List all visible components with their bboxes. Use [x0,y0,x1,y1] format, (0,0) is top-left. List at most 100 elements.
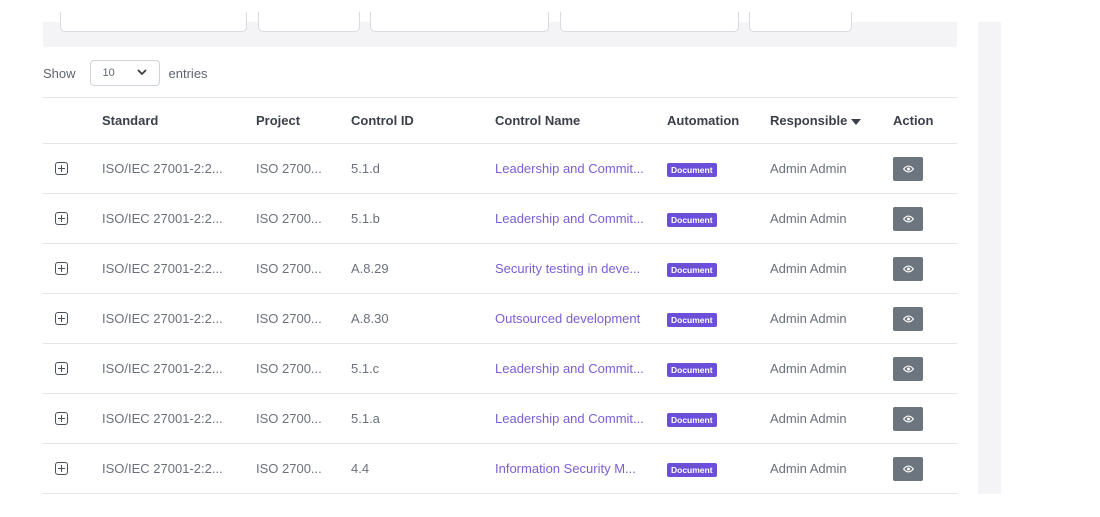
action-cell [893,393,957,444]
control-name-cell: Leadership and Commit... [495,193,667,244]
entries-select[interactable]: 10 [89,60,160,86]
automation-cell: Document [667,293,770,344]
control-name-link[interactable]: Leadership and Commit... [495,361,644,376]
table-row: ISO/IEC 27001-2:2... ISO 2700... 5.1.b L… [43,193,957,244]
expand-cell [43,293,102,344]
view-button[interactable] [893,456,923,481]
filter-standard[interactable] [60,12,247,32]
entries-select-value: 10 [102,67,115,79]
plus-square-icon[interactable] [55,312,68,325]
project-cell: ISO 2700... [256,293,351,344]
action-cell [893,343,957,394]
right-gutter [978,22,1001,494]
control-name-link[interactable]: Leadership and Commit... [495,161,644,176]
control-id-cell: 5.1.c [351,343,495,394]
filter-control[interactable] [370,12,549,32]
view-button[interactable] [893,306,923,331]
control-name-link[interactable]: Outsourced development [495,311,640,326]
automation-cell: Document [667,393,770,444]
plus-square-icon[interactable] [55,212,68,225]
project-cell: ISO 2700... [256,243,351,294]
action-cell [893,293,957,344]
standard-cell: ISO/IEC 27001-2:2... [102,293,256,344]
automation-cell: Document [667,143,770,194]
responsible-cell: Admin Admin [770,393,893,444]
automation-cell: Document [667,443,770,494]
control-name-cell: Leadership and Commit... [495,143,667,194]
control-name-cell: Outsourced development [495,293,667,344]
filter-automation[interactable] [560,12,739,32]
control-name-link[interactable]: Information Security M... [495,461,636,476]
automation-badge: Document [667,262,717,277]
responsible-cell: Admin Admin [770,193,893,244]
column-header-action: Action [893,97,957,144]
eye-icon [902,211,914,226]
standard-cell: ISO/IEC 27001-2:2... [102,393,256,444]
control-name-link[interactable]: Leadership and Commit... [495,411,644,426]
table-row: ISO/IEC 27001-2:2... ISO 2700... 5.1.a L… [43,393,957,444]
eye-icon [902,161,914,176]
caret-down-icon [851,118,862,125]
column-header-expand [43,97,102,144]
control-id-cell: A.8.30 [351,293,495,344]
chevron-down-icon [136,68,147,79]
standard-cell: ISO/IEC 27001-2:2... [102,443,256,494]
view-button[interactable] [893,256,923,281]
filter-responsible[interactable] [749,12,852,32]
standard-cell: ISO/IEC 27001-2:2... [102,343,256,394]
responsible-cell: Admin Admin [770,293,893,344]
expand-cell [43,193,102,244]
length-menu: Show 10 entries [43,59,208,87]
automation-badge: Document [667,362,717,377]
view-button[interactable] [893,206,923,231]
eye-icon [902,361,914,376]
plus-square-icon[interactable] [55,262,68,275]
eye-icon [902,261,914,276]
action-cell [893,143,957,194]
standard-cell: ISO/IEC 27001-2:2... [102,243,256,294]
plus-square-icon[interactable] [55,462,68,475]
table-row: ISO/IEC 27001-2:2... ISO 2700... A.8.30 … [43,293,957,344]
column-header-project[interactable]: Project [256,97,351,144]
column-header-standard[interactable]: Standard [102,97,256,144]
eye-icon [902,461,914,476]
automation-badge: Document [667,312,717,327]
filter-bar [43,12,957,47]
control-id-cell: A.8.29 [351,243,495,294]
action-cell [893,193,957,244]
plus-square-icon[interactable] [55,162,68,175]
control-name-link[interactable]: Security testing in deve... [495,261,640,276]
length-suffix: entries [168,65,208,81]
view-button[interactable] [893,356,923,381]
column-header-responsible-label: Responsible [770,113,848,128]
action-cell [893,443,957,494]
view-button[interactable] [893,156,923,181]
plus-square-icon[interactable] [55,362,68,375]
view-button[interactable] [893,406,923,431]
automation-badge: Document [667,212,717,227]
filter-project[interactable] [258,12,360,32]
control-id-cell: 5.1.d [351,143,495,194]
plus-square-icon[interactable] [55,412,68,425]
expand-cell [43,243,102,294]
column-header-control-name[interactable]: Control Name [495,97,667,144]
expand-cell [43,393,102,444]
expand-cell [43,443,102,494]
control-id-cell: 5.1.a [351,393,495,444]
control-id-cell: 5.1.b [351,193,495,244]
control-id-cell: 4.4 [351,443,495,494]
automation-badge: Document [667,462,717,477]
control-name-cell: Leadership and Commit... [495,343,667,394]
project-cell: ISO 2700... [256,393,351,444]
project-cell: ISO 2700... [256,143,351,194]
control-name-link[interactable]: Leadership and Commit... [495,211,644,226]
table-row: ISO/IEC 27001-2:2... ISO 2700... 5.1.d L… [43,143,957,194]
automation-cell: Document [667,193,770,244]
column-header-responsible[interactable]: Responsible [770,97,893,144]
length-prefix: Show [43,65,76,81]
standard-cell: ISO/IEC 27001-2:2... [102,143,256,194]
column-header-control-id[interactable]: Control ID [351,97,495,144]
controls-table: Standard Project Control ID Control Name… [43,97,957,494]
column-header-automation[interactable]: Automation [667,97,770,144]
table-header-row: Standard Project Control ID Control Name… [43,97,957,144]
